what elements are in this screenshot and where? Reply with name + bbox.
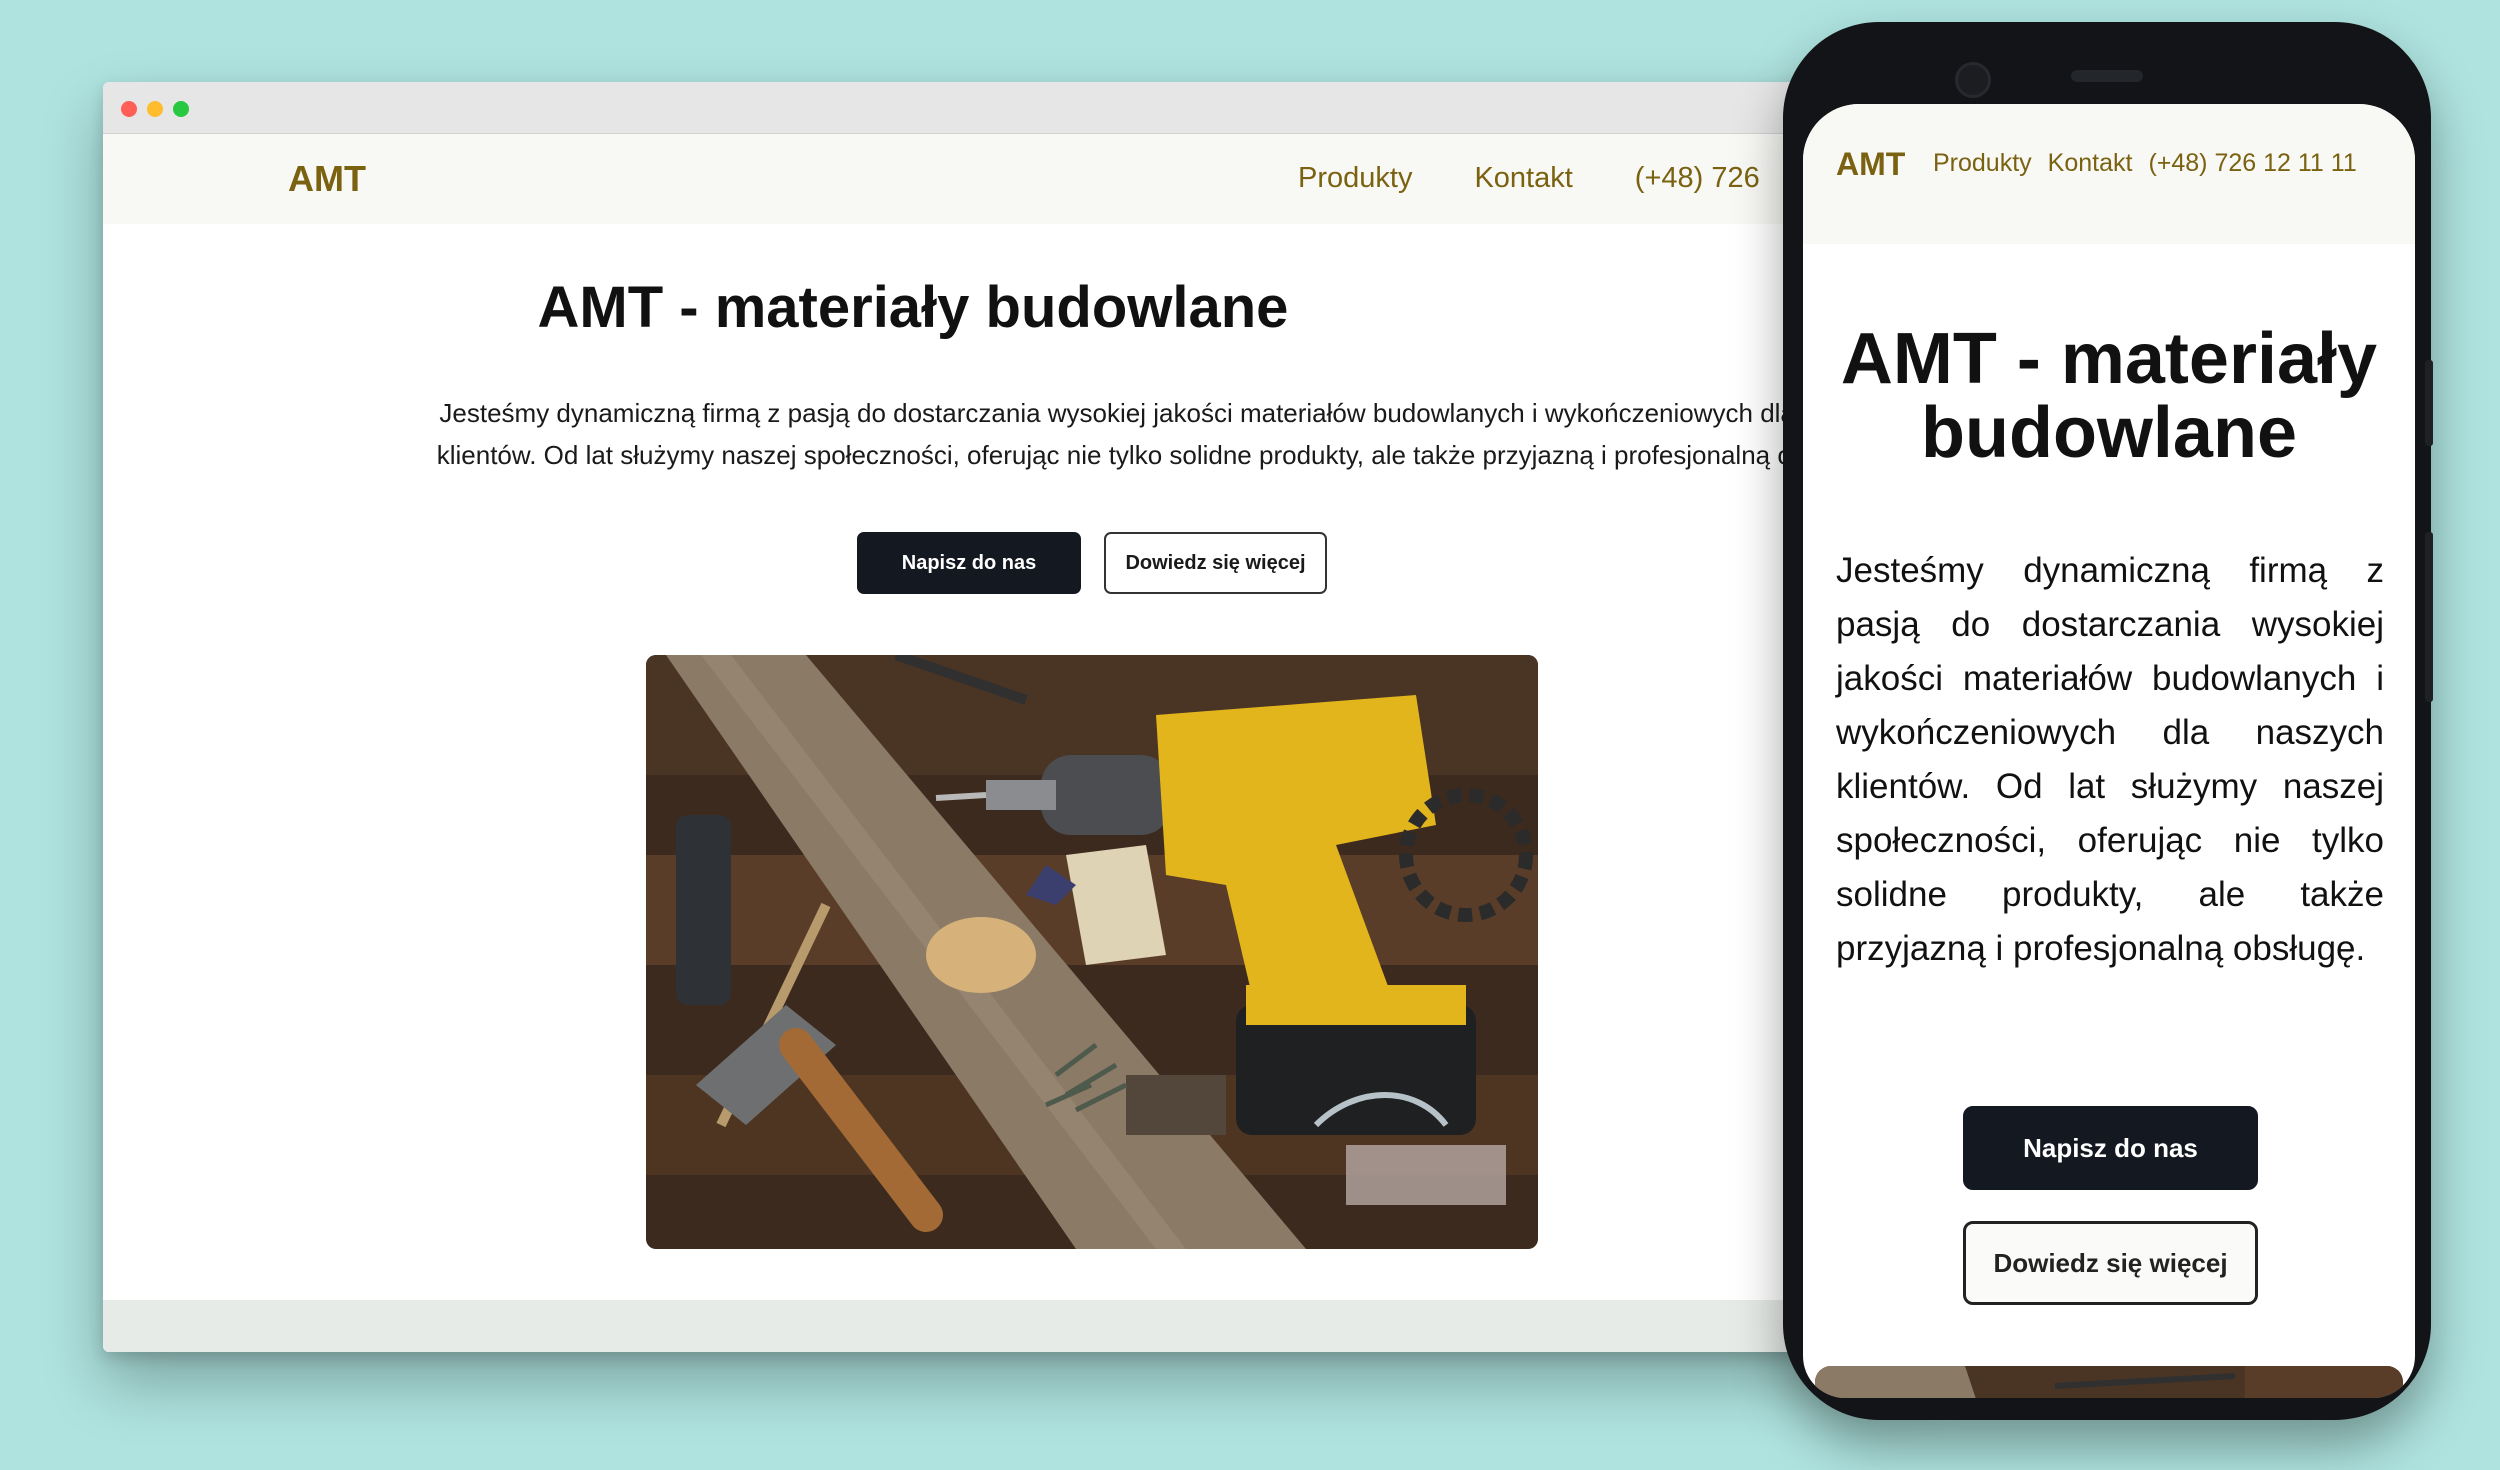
mobile-hero-title: AMT - materiały budowlane [1840,319,2378,473]
mobile-nav-link-produkty[interactable]: Produkty [1933,149,2032,178]
browser-title-bar [103,82,1923,134]
phone-volume-button [2425,360,2433,446]
site-header: AMT Produkty Kontakt (+48) 726 [103,134,1923,224]
nav-link-kontakt[interactable]: Kontakt [1474,162,1572,195]
nav-link-phone[interactable]: (+48) 726 [1635,162,1760,195]
footer-strip [103,1300,1923,1352]
site-logo[interactable]: AMT [288,158,366,200]
mobile-nav-link-phone[interactable]: (+48) 726 12 11 11 [2148,149,2356,178]
front-camera-icon [1955,62,1991,98]
hero-description-line-1: Jesteśmy dynamiczną firmą z pasją do dos… [439,398,1817,428]
hero-title: AMT - materiały budowlane [537,275,1289,340]
phone-power-button [2425,532,2433,702]
mobile-site-logo[interactable]: AMT [1836,146,1905,183]
hero-description: Jesteśmy dynamiczną firmą z pasją do dos… [313,392,1923,476]
mobile-main-nav: Produkty Kontakt (+48) 726 12 11 11 [1933,149,2357,178]
maximize-window-icon[interactable] [173,101,189,117]
mobile-site-header: AMT Produkty Kontakt (+48) 726 12 11 11 [1803,104,2415,244]
tools-photo-icon [646,655,1538,1249]
mobile-contact-button[interactable]: Napisz do nas [1963,1106,2258,1190]
main-nav: Produkty Kontakt (+48) 726 [1298,162,1760,195]
close-window-icon[interactable] [121,101,137,117]
phone-mockup: AMT Produkty Kontakt (+48) 726 12 11 11 … [1783,22,2433,1420]
mobile-hero-description: Jesteśmy dynamiczną firmą z pasją do dos… [1836,551,2384,968]
phone-screen: AMT Produkty Kontakt (+48) 726 12 11 11 … [1803,104,2415,1398]
mobile-hero-image [1815,1366,2403,1398]
earpiece-speaker [2071,70,2143,82]
hero-description-line-2: klientów. Od lat służymy naszej społeczn… [436,440,1820,470]
mobile-learn-more-button[interactable]: Dowiedz się więcej [1963,1221,2258,1305]
nav-link-produkty[interactable]: Produkty [1298,162,1412,195]
desktop-browser-mockup: AMT Produkty Kontakt (+48) 726 AMT - mat… [103,82,1923,1352]
learn-more-button[interactable]: Dowiedz się więcej [1104,532,1327,594]
contact-button[interactable]: Napisz do nas [857,532,1081,594]
mobile-nav-link-kontakt[interactable]: Kontakt [2048,149,2133,178]
minimize-window-icon[interactable] [147,101,163,117]
